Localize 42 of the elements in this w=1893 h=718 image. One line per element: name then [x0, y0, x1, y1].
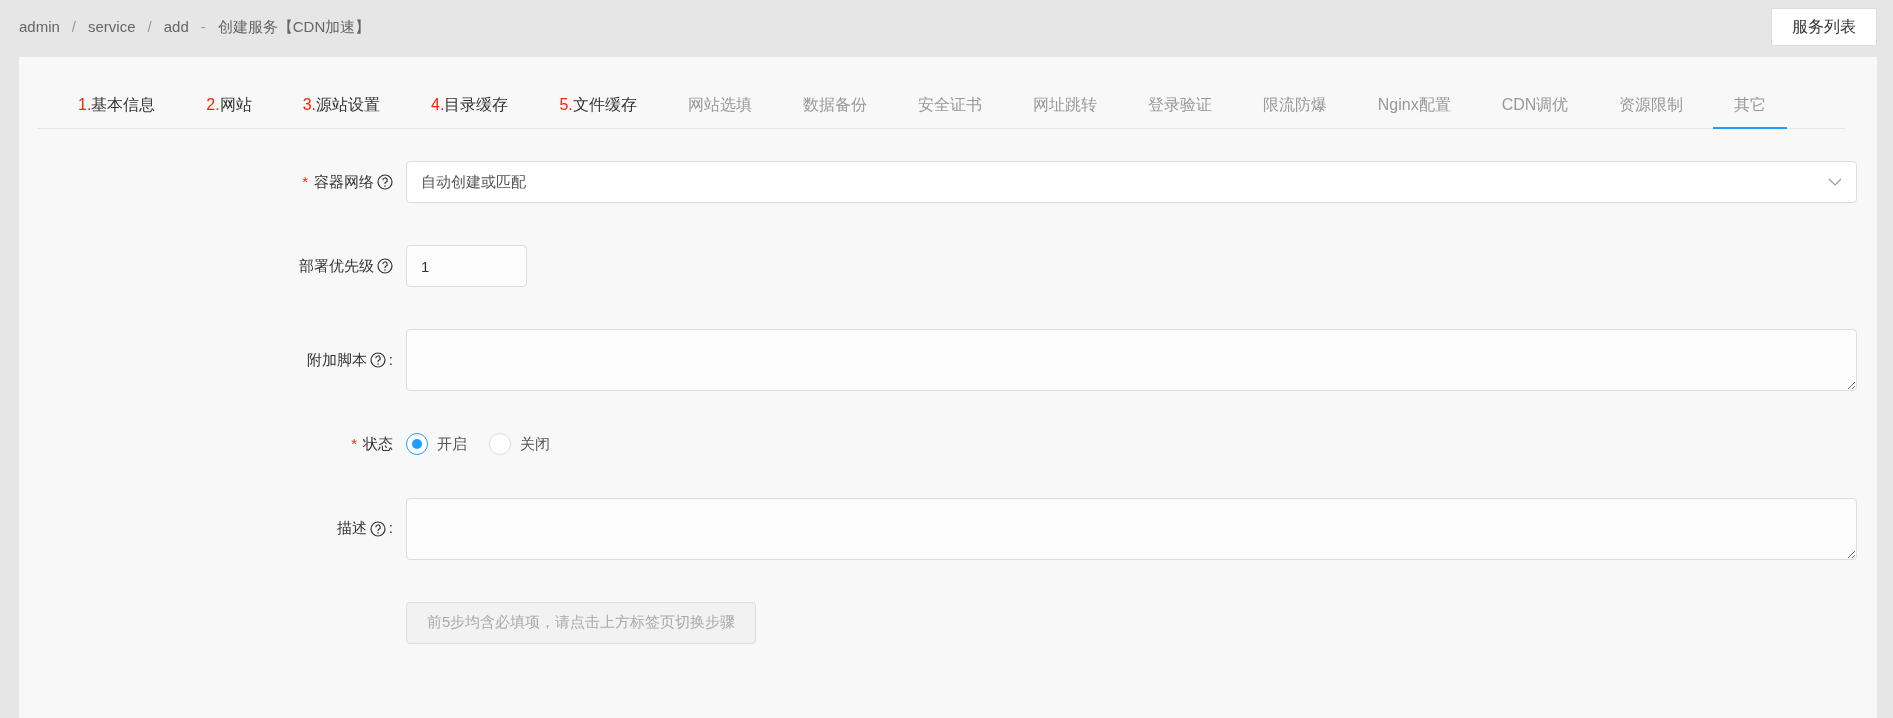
breadcrumb-link[interactable]: admin: [19, 16, 60, 39]
tab[interactable]: 登录验证: [1126, 81, 1233, 129]
field-label: 部署优先级: [299, 255, 374, 276]
tab[interactable]: 其它: [1713, 81, 1788, 129]
network-select[interactable]: 自动创建或匹配: [406, 161, 1857, 203]
help-icon[interactable]: [369, 352, 386, 368]
page-title: 创建服务【CDN加速】: [217, 17, 371, 37]
label-colon: :: [388, 349, 393, 370]
tab[interactable]: Nginx配置: [1356, 81, 1472, 129]
tab[interactable]: 网址跳转: [1011, 81, 1118, 129]
required-mark: *: [302, 171, 308, 192]
tab[interactable]: 5.文件缓存: [538, 81, 658, 129]
tab[interactable]: 安全证书: [896, 81, 1003, 129]
breadcrumb-separator: -: [200, 17, 206, 37]
tab[interactable]: 数据备份: [781, 81, 888, 129]
breadcrumb-link[interactable]: service: [88, 16, 136, 39]
tab[interactable]: 3.源站设置: [281, 81, 402, 129]
tab[interactable]: 1.基本信息: [57, 81, 177, 129]
help-icon[interactable]: [377, 174, 393, 190]
radio-label: 关闭: [520, 434, 550, 454]
field-label: 容器网络: [314, 171, 374, 192]
priority-input[interactable]: 1: [406, 245, 527, 287]
label-colon: :: [388, 518, 393, 539]
tab[interactable]: 4.目录缓存: [410, 81, 530, 129]
tab[interactable]: 限流防爆: [1241, 81, 1348, 129]
required-mark: *: [351, 434, 357, 454]
tab[interactable]: 资源限制: [1598, 81, 1705, 129]
breadcrumb-link[interactable]: add: [163, 16, 189, 39]
radio-label: 开启: [437, 434, 467, 454]
field-label: 状态: [363, 434, 393, 454]
help-icon[interactable]: [377, 258, 393, 274]
field-label: 描述: [336, 518, 367, 539]
tab[interactable]: 网站选填: [666, 81, 773, 129]
breadcrumb-separator: /: [71, 17, 77, 37]
breadcrumb-separator: /: [147, 17, 152, 37]
tab[interactable]: CDN调优: [1480, 81, 1590, 129]
chevron-down-icon: [1828, 178, 1842, 186]
field-label: 附加脚本: [306, 349, 367, 370]
radio-button[interactable]: [406, 433, 428, 456]
help-icon[interactable]: [369, 520, 386, 537]
service-list-button[interactable]: 服务列表: [1771, 8, 1877, 46]
tab[interactable]: 2.网站: [185, 81, 273, 129]
